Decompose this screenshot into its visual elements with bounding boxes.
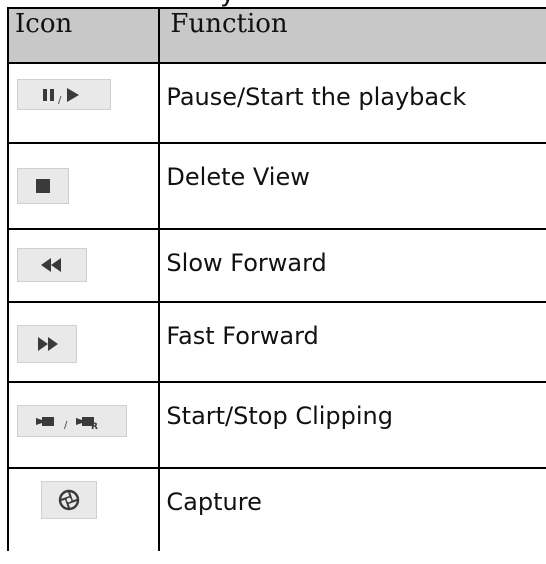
rewind-icon <box>17 248 87 282</box>
function-label: Capture <box>166 488 262 516</box>
table-header-row: Icon Function <box>6 7 546 64</box>
icon-function-table: Icon Function / Pause/Start the playback <box>6 7 546 551</box>
table-row: Fast Forward <box>6 301 546 383</box>
header-function: Function <box>158 7 546 64</box>
function-label: Fast Forward <box>166 322 319 350</box>
header-icon-label: Icon <box>15 9 73 39</box>
icon-cell <box>6 228 161 303</box>
header-function-label: Function <box>170 9 288 39</box>
function-cell: Pause/Start the playback <box>158 62 546 144</box>
stop-icon <box>17 168 69 204</box>
function-label: Pause/Start the playback <box>166 83 467 111</box>
svg-text:/: / <box>64 420 68 431</box>
fast-forward-icon <box>17 325 77 363</box>
icon-cell <box>6 142 161 230</box>
function-label: Delete View <box>166 163 310 191</box>
function-cell: Fast Forward <box>158 301 546 383</box>
icon-cell <box>6 467 161 551</box>
table-row: / R Start/Stop Clipping <box>6 381 546 469</box>
function-cell: Slow Forward <box>158 228 546 303</box>
function-cell: Start/Stop Clipping <box>158 381 546 469</box>
icon-cell <box>6 301 161 383</box>
function-label: Slow Forward <box>166 249 327 277</box>
table-row: Slow Forward <box>6 228 546 303</box>
camera-shutter-icon <box>41 481 97 519</box>
clip-start-stop-icon: / R <box>17 405 127 437</box>
function-cell: Capture <box>158 467 546 551</box>
function-label: Start/Stop Clipping <box>166 402 394 430</box>
header-icon: Icon <box>6 7 161 64</box>
icon-cell: / R <box>6 381 161 469</box>
table-row: / Pause/Start the playback <box>6 62 546 144</box>
svg-text:R: R <box>91 422 98 431</box>
icon-cell: / <box>6 62 161 144</box>
table-row: Capture <box>6 467 546 551</box>
function-cell: Delete View <box>158 142 546 230</box>
pause-play-icon: / <box>17 79 111 110</box>
table-row: Delete View <box>6 142 546 230</box>
svg-text:/: / <box>58 95 62 105</box>
